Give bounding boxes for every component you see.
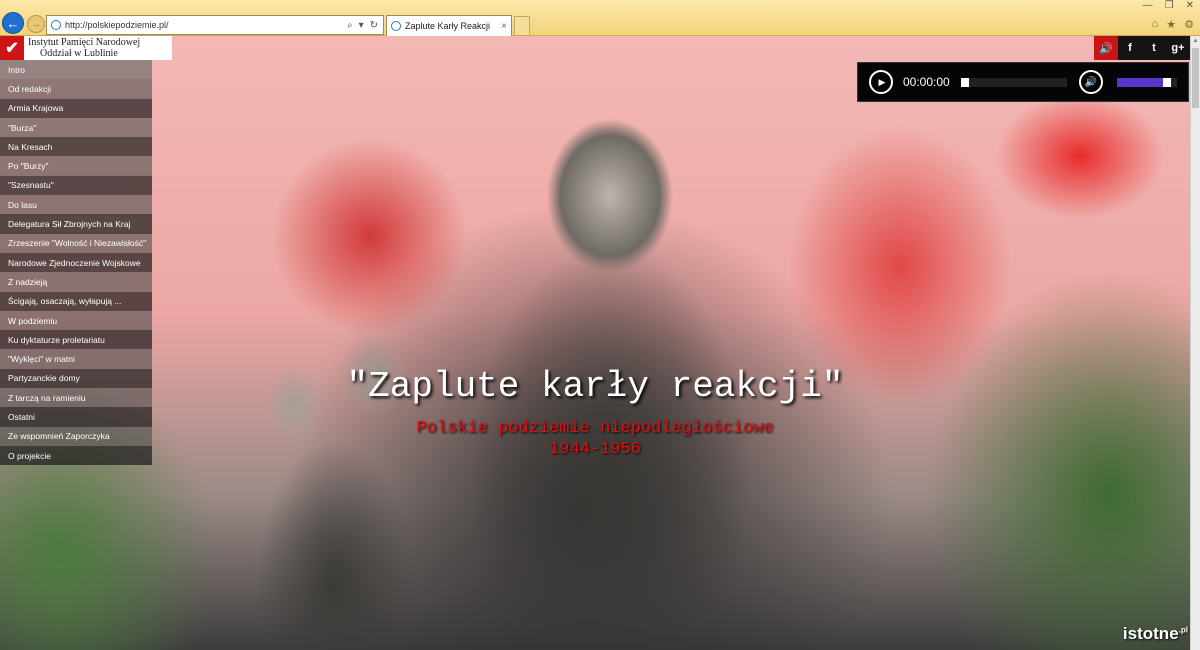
sidebar-menu-item[interactable]: Ścigają, osaczają, wyłapują ... (0, 291, 152, 311)
back-button[interactable]: ← (2, 12, 24, 34)
logo-line-1: Instytut Pamięci Narodowej (28, 37, 141, 48)
site-favicon-icon (51, 20, 61, 30)
facebook-icon: f (1128, 42, 1132, 54)
hero-subtitle: Polskie podziemie niepodległościowe 1944… (0, 418, 1190, 460)
watermark-suffix: .pl (1178, 625, 1188, 635)
audio-progress-bar[interactable] (961, 77, 1067, 87)
sidebar-menu-item[interactable]: Ostatni (0, 407, 152, 427)
play-icon: ▶ (878, 76, 886, 87)
sidebar-menu-item[interactable]: Po "Burzy" (0, 156, 152, 176)
sidebar-menu-item[interactable]: Ze wspomnień Zaporczyka (0, 426, 152, 446)
volume-slider[interactable] (1117, 77, 1177, 87)
sidebar-menu: Intro Od redakcji Armia Krajowa "Burza" Na K… (0, 60, 152, 466)
checkmark-logo-icon: ✔ (0, 36, 24, 60)
sidebar-menu-item[interactable]: Zrzeszenie "Wolność i Niezawisłość" (0, 233, 152, 253)
logo-line-2: Oddział w Lublinie (40, 48, 118, 59)
twitter-icon: t (1152, 42, 1156, 54)
sidebar-menu-item[interactable]: W podziemiu (0, 310, 152, 331)
logo-text: Instytut Pamięci Narodowej Oddział w Lub… (24, 36, 172, 60)
watermark-text: istotne (1122, 624, 1179, 643)
search-icon[interactable]: ⌕ (347, 20, 353, 31)
watermark: istotne.pl (1123, 624, 1188, 644)
settings-gear-icon[interactable]: ⚙ (1184, 18, 1194, 31)
dropdown-icon[interactable]: ▾ (359, 20, 364, 31)
audio-progress-handle[interactable] (961, 77, 969, 87)
sidebar-menu-item[interactable]: Narodowe Zjednoczenie Wojskowe (0, 252, 152, 273)
browser-toolbar: ⌂ ★ ⚙ (1152, 18, 1194, 31)
speaker-icon: 🔊 (1099, 42, 1113, 55)
sidebar-menu-item[interactable]: Na Kresach (0, 137, 152, 157)
forward-button[interactable]: → (27, 15, 45, 33)
volume-handle[interactable] (1163, 77, 1171, 87)
sidebar-menu-item[interactable]: O projekcie (0, 445, 152, 466)
sidebar-menu-item[interactable]: Intro (0, 60, 152, 80)
sound-toggle-button[interactable]: 🔊 (1094, 36, 1118, 60)
restore-icon[interactable]: ❐ (1165, 0, 1174, 11)
sidebar-menu-item[interactable]: Ku dyktaturze proletariatu (0, 330, 152, 350)
mute-button[interactable]: 🔊 (1079, 70, 1103, 94)
twitter-button[interactable]: t (1142, 36, 1166, 60)
audio-time: 00:00:00 (903, 75, 950, 89)
play-button[interactable]: ▶ (869, 70, 893, 94)
social-bar: 🔊 f t g+ (1094, 36, 1190, 60)
sidebar-menu-item[interactable]: Do lasu (0, 195, 152, 215)
audio-player: ▶ 00:00:00 🔊 (857, 62, 1189, 102)
page-viewport: "Zaplute karły reakcji" Polskie podziemi… (0, 36, 1190, 650)
sidebar-menu-item[interactable]: Delegatura Sił Zbrojnych na Kraj (0, 214, 152, 234)
sidebar-menu-item[interactable]: Partyzanckie domy (0, 368, 152, 389)
hero-subtitle-text: Polskie podziemie niepodległościowe (416, 419, 774, 438)
minimize-icon[interactable]: — (1143, 0, 1153, 11)
sidebar-menu-item[interactable]: Z tarczą na ramieniu (0, 388, 152, 408)
hero-main-soldier (420, 46, 800, 650)
window-controls: — ❐ ✕ (1143, 0, 1194, 11)
scrollbar-thumb[interactable] (1192, 48, 1199, 108)
sidebar-menu-item[interactable]: "Szesnastu" (0, 175, 152, 196)
forward-arrow-icon: → (30, 18, 42, 30)
volume-icon: 🔊 (1084, 76, 1098, 88)
sidebar-menu-item[interactable]: Armia Krajowa (0, 98, 152, 118)
new-tab-button[interactable] (514, 16, 530, 35)
hero-years: 1944-1956 (549, 440, 641, 459)
address-url[interactable]: http://polskiepodziemie.pl/ (65, 20, 347, 30)
browser-tab[interactable]: Zaplute Karły Reakcji × (386, 15, 512, 36)
scroll-up-icon[interactable]: ▲ (1191, 36, 1200, 46)
hero-title: "Zaplute karły reakcji" (346, 366, 844, 407)
back-arrow-icon: ← (6, 15, 20, 31)
sidebar-menu-item[interactable]: "Burza" (0, 117, 152, 138)
tab-title: Zaplute Karły Reakcji (405, 21, 491, 31)
favorites-star-icon[interactable]: ★ (1166, 18, 1176, 31)
facebook-button[interactable]: f (1118, 36, 1142, 60)
address-bar[interactable]: http://polskiepodziemie.pl/ ⌕ ▾ ↻ (46, 15, 384, 35)
tab-close-icon[interactable]: × (501, 21, 511, 32)
googleplus-button[interactable]: g+ (1166, 36, 1190, 60)
tab-favicon-icon (391, 21, 401, 31)
sidebar-menu-item[interactable]: Z nadzieją (0, 272, 152, 292)
browser-chrome: ← → http://polskiepodziemie.pl/ ⌕ ▾ ↻ Za… (0, 0, 1200, 36)
close-window-icon[interactable]: ✕ (1186, 0, 1194, 11)
refresh-icon[interactable]: ↻ (370, 20, 378, 31)
sidebar-menu-item[interactable]: "Wyklęci" w matni (0, 349, 152, 369)
home-icon[interactable]: ⌂ (1152, 18, 1159, 31)
page-scrollbar[interactable]: ▲ (1190, 36, 1200, 650)
ipn-logo[interactable]: ✔ Instytut Pamięci Narodowej Oddział w L… (0, 36, 172, 60)
sidebar-menu-item[interactable]: Od redakcji (0, 79, 152, 99)
googleplus-icon: g+ (1171, 42, 1185, 54)
